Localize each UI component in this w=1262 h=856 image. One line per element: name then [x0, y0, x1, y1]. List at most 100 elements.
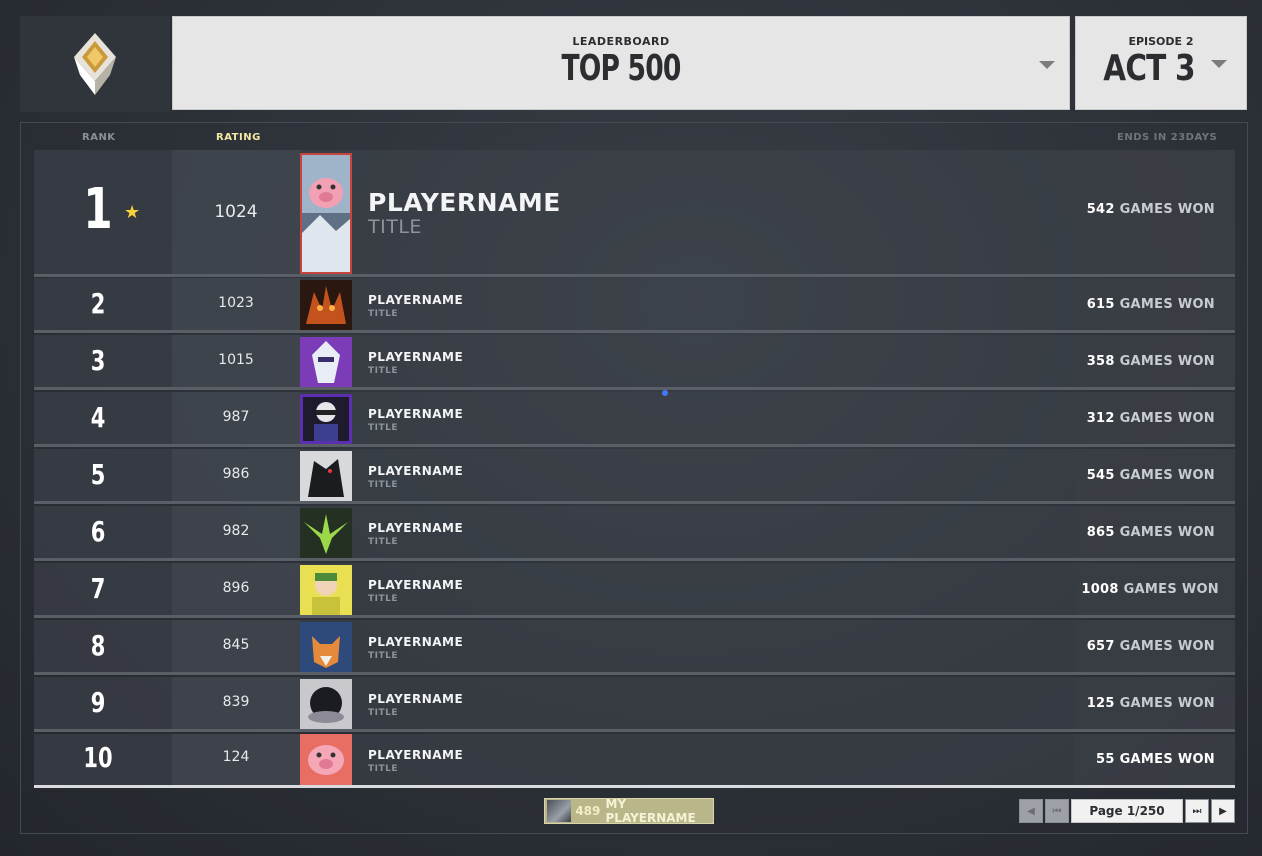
green-phoenix-card-icon: [300, 508, 352, 558]
player-title: TITLE: [368, 480, 399, 490]
player-name: PLAYERNAME: [368, 692, 464, 706]
games-won: 615 GAMES WON: [1086, 297, 1215, 312]
chevron-down-icon[interactable]: [1211, 60, 1227, 68]
row-divider: [34, 501, 1235, 504]
rating-value: 845: [222, 637, 250, 653]
rating-value: 1024: [214, 202, 258, 222]
games-won: 1008 GAMES WON: [1081, 582, 1219, 597]
first-page-button[interactable]: ⏮: [1045, 799, 1069, 823]
agent-portrait-card-icon: [300, 394, 352, 444]
cursor-indicator: [662, 390, 668, 396]
rating-value: 982: [222, 523, 250, 539]
table-row[interactable]: 2 1023 PLAYERNAME TITLE 615 GAMES WON: [34, 278, 1235, 333]
prev-page-button[interactable]: ◀: [1019, 799, 1043, 823]
rating-value: 1015: [218, 352, 254, 368]
player-name: PLAYERNAME: [368, 293, 464, 307]
player-title: TITLE: [368, 309, 399, 319]
player-title: TITLE: [368, 366, 399, 376]
rank-number: 4: [90, 401, 106, 434]
table-row[interactable]: 4 987 PLAYERNAME TITLE 312 GAMES WON: [34, 392, 1235, 447]
caret-left-icon: ◀: [1027, 805, 1035, 817]
row-divider: [34, 615, 1235, 618]
white-robot-card-icon: [300, 337, 352, 387]
table-row[interactable]: 9 839 PLAYERNAME TITLE 125 GAMES WON: [34, 677, 1235, 732]
table-row[interactable]: 7 896 PLAYERNAME TITLE 1008 GAMES WON: [34, 563, 1235, 618]
pig-card-icon: [300, 153, 352, 274]
row-divider: [34, 387, 1235, 390]
my-player-button[interactable]: 489 MY PLAYERNAME: [544, 797, 714, 825]
table-row[interactable]: 5 986 PLAYERNAME TITLE 545 GAMES WON: [34, 449, 1235, 504]
games-won: 545 GAMES WON: [1086, 468, 1215, 483]
rating-value: 896: [222, 580, 250, 596]
player-title: TITLE: [368, 423, 399, 433]
games-won: 312 GAMES WON: [1086, 411, 1215, 426]
table-row[interactable]: 10 124 PLAYERNAME TITLE 55 GAMES WON: [34, 734, 1235, 785]
table-row[interactable]: 1 ★ 1024 PLAYERNAME TITLE 542 GAMES WON: [34, 150, 1235, 277]
skip-start-icon: ⏮: [1052, 805, 1062, 817]
ends-in-label: ENDS IN 23DAYS: [1117, 132, 1218, 143]
rating-value: 1023: [218, 295, 254, 311]
games-won: 358 GAMES WON: [1086, 354, 1215, 369]
table-bottom-border: [34, 785, 1235, 788]
games-won: 657 GAMES WON: [1086, 639, 1215, 654]
episode-selector[interactable]: EPISODE 2 ACT 3: [1075, 16, 1247, 110]
column-header-rank: RANK: [82, 132, 116, 143]
player-name: PLAYERNAME: [368, 578, 464, 592]
my-player-name: MY PLAYERNAME: [605, 797, 696, 825]
yellow-agent-card-icon: [300, 565, 352, 615]
rating-value: 124: [222, 749, 250, 765]
player-name: PLAYERNAME: [368, 350, 464, 364]
rating-value: 839: [222, 694, 250, 710]
dark-orb-card-icon: [300, 679, 352, 729]
pink-pig-card-icon: [300, 734, 352, 785]
player-name: PLAYERNAME: [368, 748, 464, 762]
rating-value: 986: [222, 466, 250, 482]
table-row[interactable]: 6 982 PLAYERNAME TITLE 865 GAMES WON: [34, 506, 1235, 561]
player-name: PLAYERNAME: [368, 188, 561, 217]
rank-number: 7: [90, 572, 106, 605]
fire-dragon-card-icon: [300, 280, 352, 330]
rank-number: 10: [83, 741, 113, 774]
next-page-button[interactable]: ▶: [1211, 799, 1235, 823]
leaderboard-value: TOP 500: [561, 48, 681, 89]
my-rank: 489: [575, 804, 601, 818]
column-header-rating: RATING: [216, 132, 261, 143]
table-row[interactable]: 3 1015 PLAYERNAME TITLE 358 GAMES WON: [34, 335, 1235, 390]
rank-number: 5: [90, 458, 106, 491]
player-name: PLAYERNAME: [368, 464, 464, 478]
player-title: TITLE: [368, 216, 422, 238]
games-won: 865 GAMES WON: [1086, 525, 1215, 540]
games-won: 125 GAMES WON: [1086, 696, 1215, 711]
caret-right-icon: ▶: [1219, 805, 1227, 817]
rank-number: 9: [90, 686, 106, 719]
leaderboard-selector[interactable]: LEADERBOARD TOP 500: [172, 16, 1070, 110]
games-won: 542 GAMES WON: [1086, 202, 1215, 217]
rank-number: 6: [90, 515, 106, 548]
row-divider: [34, 558, 1235, 561]
player-title: TITLE: [368, 708, 399, 718]
last-page-button[interactable]: ⏭: [1185, 799, 1209, 823]
player-avatar-icon: [547, 800, 572, 822]
player-title: TITLE: [368, 764, 399, 774]
act-value: ACT 3: [1103, 48, 1195, 89]
page-indicator: Page 1/250: [1071, 799, 1183, 823]
player-title: TITLE: [368, 594, 399, 604]
player-name: PLAYERNAME: [368, 521, 464, 535]
table-row[interactable]: 8 845 PLAYERNAME TITLE 657 GAMES WON: [34, 620, 1235, 675]
player-title: TITLE: [368, 651, 399, 661]
rating-value: 987: [222, 409, 250, 425]
black-wolf-card-icon: [300, 451, 352, 501]
row-divider: [34, 274, 1235, 277]
row-divider: [34, 444, 1235, 447]
player-title: TITLE: [368, 537, 399, 547]
star-icon: ★: [124, 202, 141, 223]
games-won: 55 GAMES WON: [1096, 752, 1215, 767]
row-divider: [34, 330, 1235, 333]
chevron-down-icon[interactable]: [1039, 61, 1055, 69]
rank-logo: [20, 16, 170, 112]
player-name: PLAYERNAME: [368, 635, 464, 649]
radiant-rank-icon: [74, 33, 116, 95]
rank-number: 2: [90, 287, 106, 320]
row-divider: [34, 729, 1235, 732]
leaderboard-label: LEADERBOARD: [572, 35, 670, 48]
